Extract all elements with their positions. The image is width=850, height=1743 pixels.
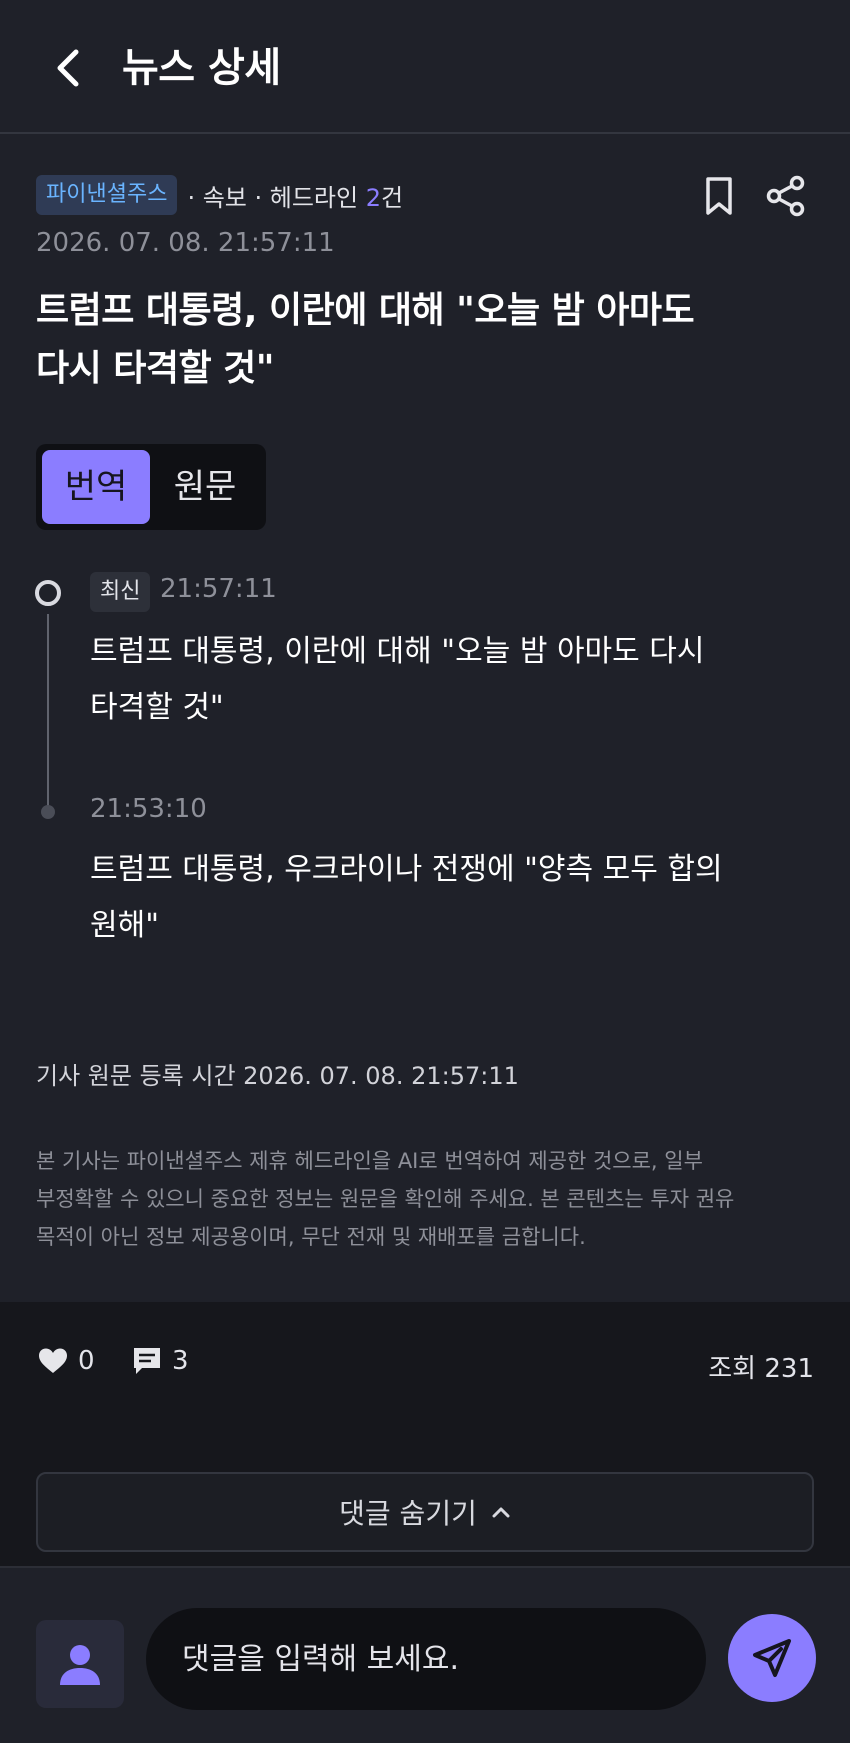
comment-count: 3 — [172, 1346, 189, 1376]
page-title: 뉴스 상세 — [122, 45, 281, 91]
timeline-text-line: 트럼프 대통령, 우크라이나 전쟁에 "양측 모두 합의 — [90, 852, 723, 887]
like-button[interactable]: 0 — [38, 1346, 95, 1376]
timeline-text-line: 원해" — [90, 908, 159, 943]
timeline-dot — [41, 805, 55, 819]
timeline-dot-current — [35, 580, 61, 606]
article-headline: 트럼프 대통령, 이란에 대해 "오늘 밤 아마도 다시 타격할 것" — [36, 282, 826, 398]
view-count: 조회 231 — [708, 1354, 814, 1384]
avatar — [36, 1620, 124, 1708]
hide-comments-button[interactable]: 댓글 숨기기 — [36, 1472, 814, 1552]
user-icon — [60, 1645, 100, 1685]
translated-button[interactable]: 번역 — [42, 450, 150, 524]
timeline-text-line: 타격할 것" — [90, 690, 224, 725]
send-icon — [753, 1639, 791, 1677]
share-icon — [766, 175, 805, 217]
heart-icon — [39, 1348, 67, 1373]
disclaimer-line: 본 기사는 파이낸셜주스 제휴 헤드라인을 AI로 번역하여 제공한 것으로, … — [36, 1149, 703, 1173]
timeline-line — [47, 614, 49, 810]
comment-icon — [134, 1348, 160, 1374]
source-badge[interactable]: 파이낸셜주스 — [36, 175, 178, 215]
meta-suffix: 건 — [381, 183, 404, 212]
disclaimer-line: 부정확할 수 있으니 중요한 정보는 원문을 확인해 주세요. 본 콘텐츠는 투… — [36, 1187, 735, 1211]
chevron-up-icon — [492, 1507, 510, 1518]
headline-line: 트럼프 대통령, 이란에 대해 "오늘 밤 아마도 — [36, 290, 695, 331]
comment-input[interactable] — [146, 1608, 706, 1710]
article-datetime: 2026. 07. 08. 21:57:11 — [36, 228, 335, 258]
share-button[interactable] — [764, 174, 808, 218]
disclaimer: 본 기사는 파이낸셜주스 제휴 헤드라인을 AI로 번역하여 제공한 것으로, … — [36, 1142, 816, 1256]
article-meta: 파이낸셜주스 · 속보 · 헤드라인 2건 — [36, 173, 816, 217]
like-count: 0 — [78, 1346, 95, 1376]
chevron-left-icon — [57, 49, 79, 87]
timeline-item-text[interactable]: 트럼프 대통령, 이란에 대해 "오늘 밤 아마도 다시 타격할 것" — [90, 624, 810, 736]
disclaimer-line: 목적이 아닌 정보 제공용이며, 무단 전재 및 재배포를 금합니다. — [36, 1225, 586, 1249]
original-button[interactable]: 원문 — [150, 450, 260, 524]
comment-composer — [0, 1566, 850, 1743]
headline-line: 다시 타격할 것" — [36, 348, 275, 389]
bookmark-button[interactable] — [700, 174, 738, 218]
category-meta: · 속보 · 헤드라인 2건 — [187, 178, 403, 213]
top-app-bar: 뉴스 상세 — [0, 0, 850, 134]
timeline-item-text[interactable]: 트럼프 대통령, 우크라이나 전쟁에 "양측 모두 합의 원해" — [90, 842, 810, 954]
bookmark-icon — [706, 177, 732, 215]
meta-prefix: · 속보 · 헤드라인 — [187, 183, 366, 212]
send-button[interactable] — [728, 1614, 816, 1702]
back-button[interactable] — [44, 40, 92, 96]
hide-comments-label: 댓글 숨기기 — [339, 1497, 477, 1530]
translation-toggle: 번역 원문 — [36, 444, 266, 530]
registered-time: 기사 원문 등록 시간 2026. 07. 08. 21:57:11 — [36, 1062, 519, 1090]
timeline-time: 21:57:11 — [160, 574, 277, 604]
latest-badge: 최신 — [90, 572, 151, 612]
comment-count-button[interactable]: 3 — [132, 1346, 189, 1376]
timeline-text-line: 트럼프 대통령, 이란에 대해 "오늘 밤 아마도 다시 — [90, 634, 705, 669]
headline-timeline: 최신 21:57:11 트럼프 대통령, 이란에 대해 "오늘 밤 아마도 다시… — [0, 572, 850, 980]
timeline-time: 21:53:10 — [90, 794, 207, 824]
headline-count: 2 — [365, 183, 381, 212]
